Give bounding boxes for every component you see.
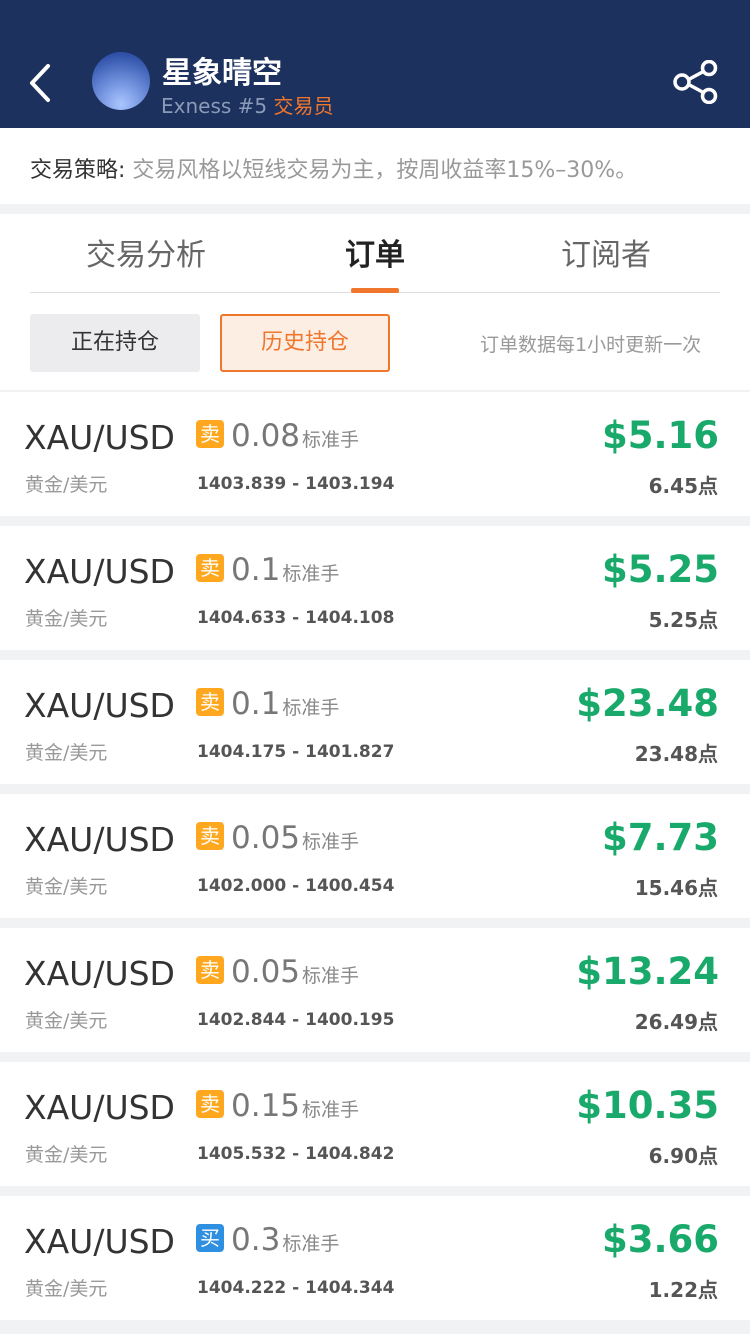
order-symbol: XAU/USD [24, 1088, 175, 1127]
trader-name: 星象晴空 [162, 56, 282, 91]
order-side-badge: 卖 [196, 1090, 224, 1118]
tab-trade-analysis[interactable]: 交易分析 [46, 230, 246, 274]
order-profit: $7.73 [601, 816, 719, 859]
order-lots-unit: 标准手 [302, 831, 360, 853]
open-positions-button[interactable]: 正在持仓 [30, 314, 200, 372]
role-label: 交易员 [273, 94, 334, 118]
trader-subtitle: Exness #5 交易员 [161, 90, 334, 119]
active-tab-indicator [351, 288, 399, 293]
order-points: 15.46点 [634, 876, 718, 900]
order-lots-unit: 标准手 [302, 429, 360, 451]
order-symbol-cn: 黄金/美元 [25, 474, 108, 496]
order-profit: $5.16 [601, 414, 719, 457]
strategy-value: 交易风格以短线交易为主，按周收益率15%–30%。 [132, 158, 638, 183]
order-prices: 1402.000 - 1400.454 [197, 876, 395, 896]
order-side-badge: 卖 [196, 822, 224, 850]
order-profit: $10.35 [576, 1084, 719, 1127]
order-points: 26.49点 [634, 1010, 718, 1034]
strategy-text: 交易策略: 交易风格以短线交易为主，按周收益率15%–30%。 [30, 152, 637, 184]
order-points: 6.45点 [648, 474, 718, 498]
order-side-badge: 卖 [196, 554, 224, 582]
order-profit: $23.48 [576, 682, 719, 725]
order-prices: 1403.839 - 1403.194 [197, 474, 395, 494]
back-arrow-icon[interactable] [22, 58, 62, 108]
tab-subscribers[interactable]: 订阅者 [506, 230, 706, 274]
order-side-badge: 卖 [196, 688, 224, 716]
order-lots-value: 0.05 [231, 820, 301, 856]
order-row[interactable]: XAU/USD 黄金/美元 卖 0.08 标准手 1403.839 - 1403.… [0, 392, 750, 516]
order-symbol: XAU/USD [24, 686, 175, 725]
order-lots-unit: 标准手 [282, 697, 340, 719]
order-symbol-cn: 黄金/美元 [25, 1278, 108, 1300]
order-symbol: XAU/USD [24, 552, 175, 591]
order-prices: 1405.532 - 1404.842 [197, 1144, 395, 1164]
order-lots-value: 0.15 [231, 1088, 301, 1124]
order-symbol-cn: 黄金/美元 [25, 876, 108, 898]
order-side-badge: 卖 [196, 956, 224, 984]
order-points: 1.22点 [648, 1278, 718, 1302]
order-lots: 0.05 标准手 [231, 954, 359, 990]
order-row[interactable]: XAU/USD 黄金/美元 卖 0.15 标准手 1405.532 - 1404.… [0, 1062, 750, 1186]
order-row[interactable]: XAU/USD 黄金/美元 卖 0.1 标准手 1404.175 - 1401.8… [0, 660, 750, 784]
order-lots: 0.05 标准手 [231, 820, 359, 856]
tab-orders[interactable]: 订单 [275, 230, 475, 274]
order-symbol: XAU/USD [24, 954, 175, 993]
order-row[interactable]: XAU/USD 黄金/美元 买 0.3 标准手 1404.222 - 1404.3… [0, 1196, 750, 1320]
header-bar: 星象晴空 Exness #5 交易员 [0, 0, 750, 128]
order-lots: 0.3 标准手 [231, 1222, 339, 1258]
order-lots-value: 0.3 [231, 1222, 281, 1258]
order-lots: 0.1 标准手 [231, 552, 339, 588]
order-side-badge: 买 [196, 1224, 224, 1252]
order-symbol: XAU/USD [24, 820, 175, 859]
order-symbol: XAU/USD [24, 1222, 175, 1261]
order-profit: $13.24 [576, 950, 719, 993]
share-icon[interactable] [672, 60, 720, 104]
order-lots: 0.1 标准手 [231, 686, 339, 722]
order-row[interactable]: XAU/USD 黄金/美元 卖 0.05 标准手 1402.844 - 1400.… [0, 928, 750, 1052]
order-row[interactable]: XAU/USD 黄金/美元 卖 0.05 标准手 1402.000 - 1400.… [0, 794, 750, 918]
order-points: 5.25点 [648, 608, 718, 632]
order-lots-value: 0.05 [231, 954, 301, 990]
strategy-label: 交易策略: [30, 158, 133, 183]
order-lots-value: 0.1 [231, 552, 281, 588]
order-symbol-cn: 黄金/美元 [25, 1144, 108, 1166]
avatar[interactable] [92, 52, 150, 110]
tabs-section: 交易分析 订单 订阅者 正在持仓 历史持仓 订单数据每1小时更新一次 [0, 214, 750, 390]
order-symbol-cn: 黄金/美元 [25, 1010, 108, 1032]
order-profit: $5.25 [601, 548, 719, 591]
order-lots-unit: 标准手 [302, 1099, 360, 1121]
history-positions-button[interactable]: 历史持仓 [220, 314, 390, 372]
order-symbol-cn: 黄金/美元 [25, 742, 108, 764]
order-prices: 1404.222 - 1404.344 [197, 1278, 395, 1298]
order-points: 23.48点 [634, 742, 718, 766]
order-points: 6.90点 [648, 1144, 718, 1168]
order-lots-unit: 标准手 [302, 965, 360, 987]
order-symbol: XAU/USD [24, 418, 175, 457]
order-list: XAU/USD 黄金/美元 卖 0.08 标准手 1403.839 - 1403.… [0, 392, 750, 1330]
order-lots: 0.15 标准手 [231, 1088, 359, 1124]
order-lots-unit: 标准手 [282, 1233, 340, 1255]
order-lots: 0.08 标准手 [231, 418, 359, 454]
strategy-section: 交易策略: 交易风格以短线交易为主，按周收益率15%–30%。 [0, 128, 750, 204]
order-row[interactable]: XAU/USD 黄金/美元 卖 0.1 标准手 1404.633 - 1404.1… [0, 526, 750, 650]
order-lots-unit: 标准手 [282, 563, 340, 585]
order-prices: 1402.844 - 1400.195 [197, 1010, 395, 1030]
order-symbol-cn: 黄金/美元 [25, 608, 108, 630]
order-prices: 1404.633 - 1404.108 [197, 608, 395, 628]
update-note: 订单数据每1小时更新一次 [480, 334, 702, 356]
order-lots-value: 0.08 [231, 418, 301, 454]
broker-label: Exness #5 [161, 94, 274, 118]
order-prices: 1404.175 - 1401.827 [197, 742, 395, 762]
order-side-badge: 卖 [196, 420, 224, 448]
order-lots-value: 0.1 [231, 686, 281, 722]
order-profit: $3.66 [601, 1218, 719, 1261]
